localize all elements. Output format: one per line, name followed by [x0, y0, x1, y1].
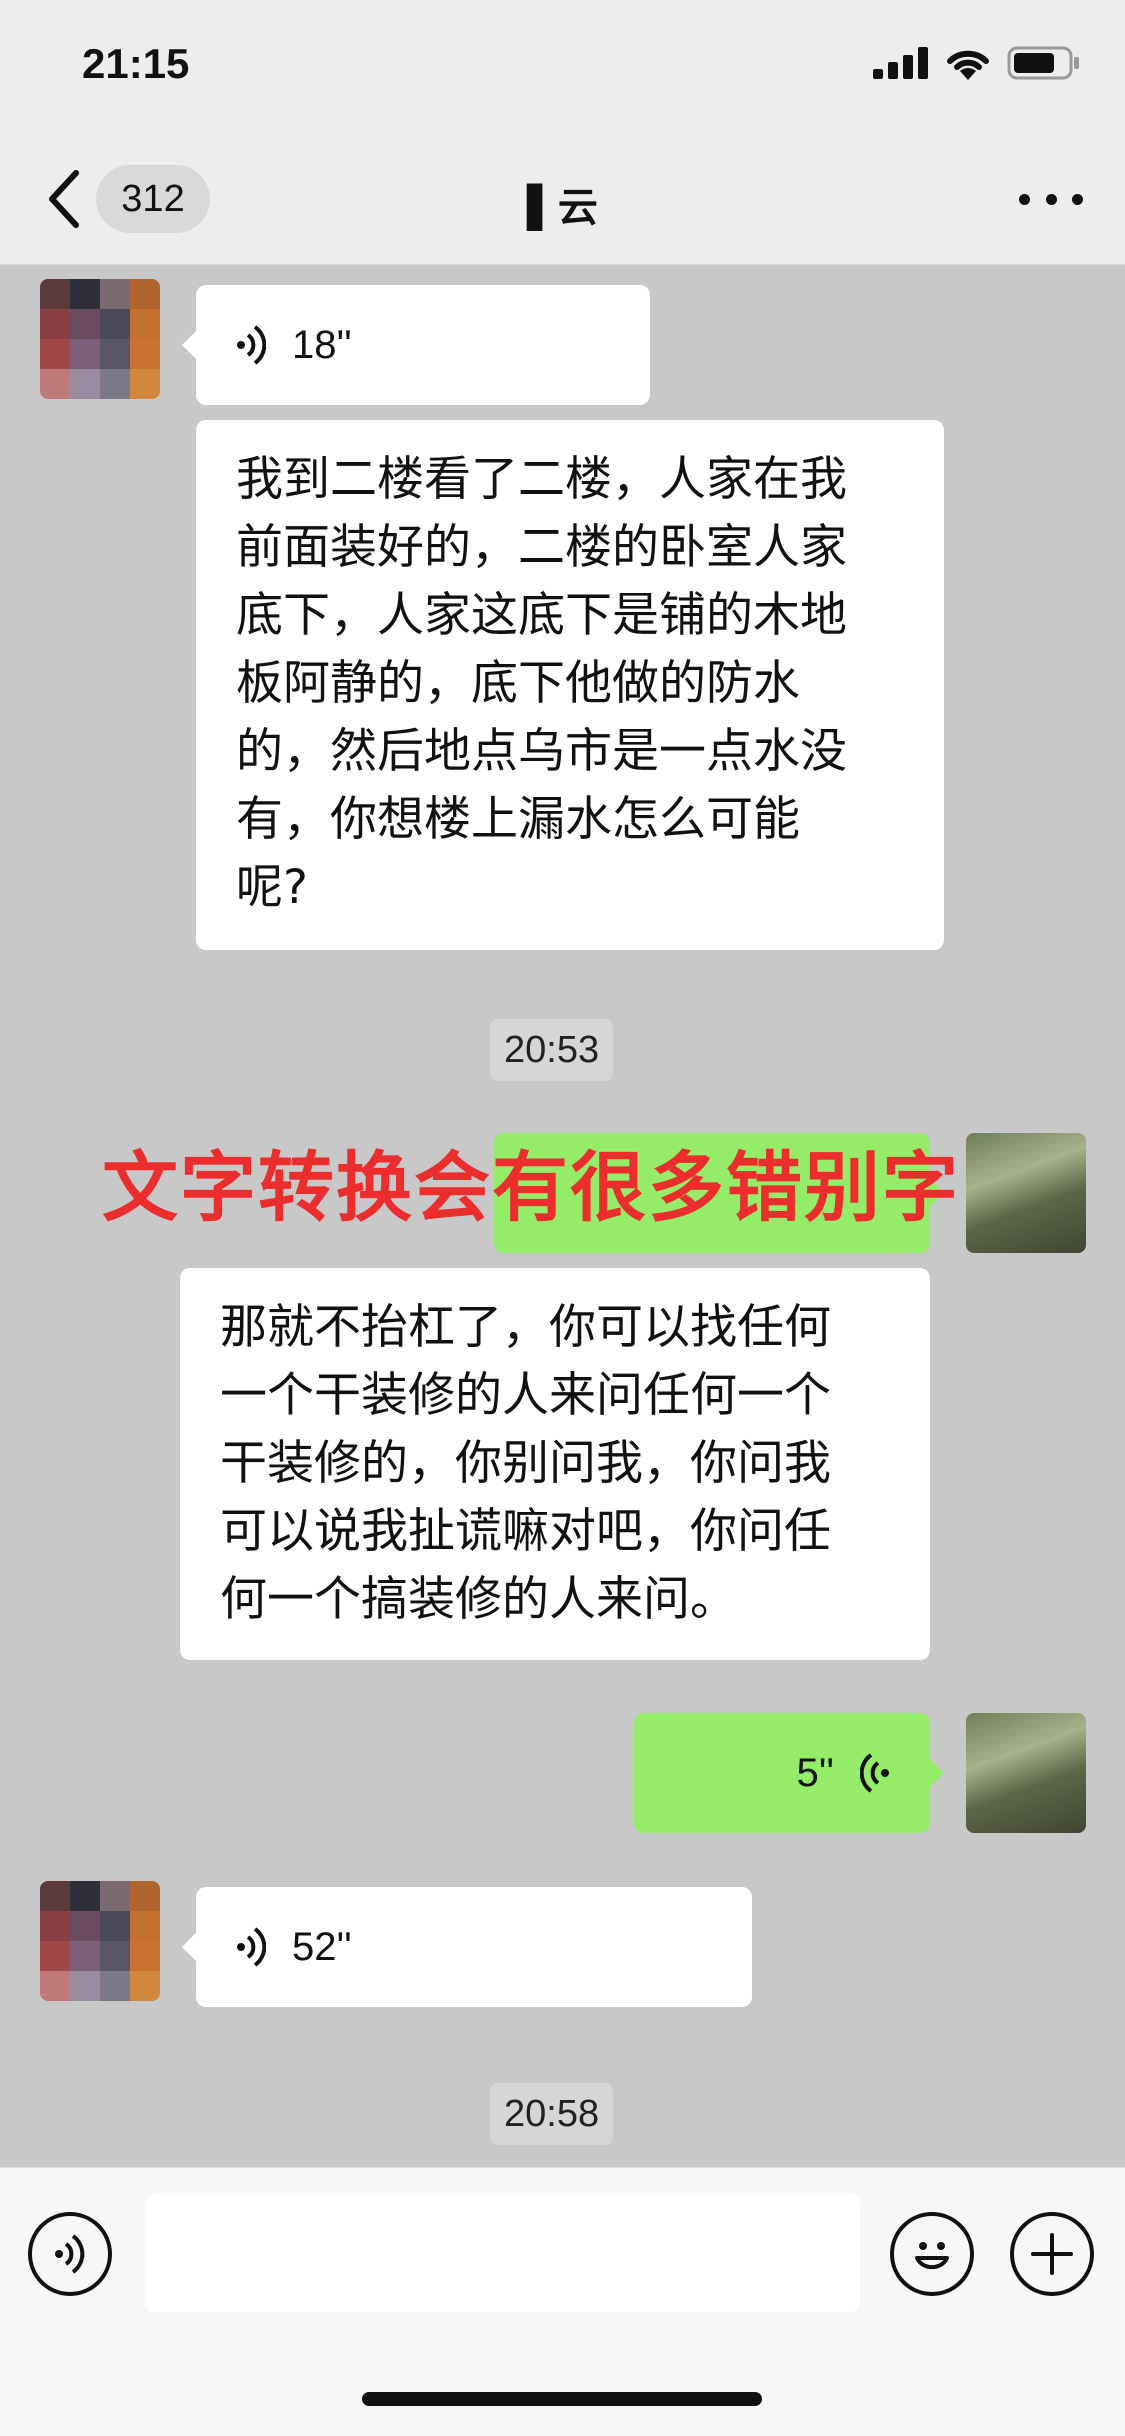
message-line: 的，然后地点乌市是一点水没	[236, 724, 847, 779]
nav-bar: 312 ▌云	[0, 135, 1125, 265]
text-message[interactable]: 那就不抬杠了，你可以找任何 一个干装修的人来问任何一个 干装修的，你别问我，你问…	[180, 1268, 930, 1660]
voice-wave-icon	[237, 325, 266, 365]
message-line: 板阿静的，底下他做的防水	[236, 656, 800, 711]
timestamp: 20:53	[490, 1019, 614, 1081]
timestamp: 20:58	[490, 2083, 614, 2145]
status-time: 21:15	[82, 40, 190, 87]
message-line: 底下，人家这底下是铺的木地	[236, 588, 847, 643]
voice-message[interactable]: 5''	[634, 1713, 944, 1833]
status-bar: 21:15	[0, 0, 1125, 135]
voice-message[interactable]: 52''	[182, 1887, 752, 2007]
message-line: 一个干装修的人来问任何一个	[220, 1368, 831, 1423]
voice-message[interactable]: 18''	[182, 285, 650, 405]
my-avatar[interactable]	[966, 1133, 1086, 1253]
message-line: 我到二楼看了二楼，人家在我	[236, 452, 847, 507]
contact-avatar[interactable]	[40, 279, 160, 399]
text-message[interactable]: 我到二楼看了二楼，人家在我 前面装好的，二楼的卧室人家 底下，人家这底下是铺的木…	[196, 420, 944, 950]
voice-duration: 52''	[292, 1925, 352, 1969]
overlay-caption: 文字转换会有很多错别字	[102, 1143, 960, 1232]
voice-mode-icon[interactable]	[28, 2212, 112, 2296]
message-input[interactable]	[146, 2194, 860, 2312]
message-line: 可以说我扯谎嘛对吧，你问任	[220, 1504, 831, 1559]
status-icons	[873, 46, 1081, 80]
home-indicator[interactable]	[362, 2392, 762, 2406]
message-line: 前面装好的，二楼的卧室人家	[236, 520, 847, 575]
message-line: 干装修的，你别问我，你问我	[220, 1436, 831, 1491]
message-line: 那就不抬杠了，你可以找任何	[220, 1300, 831, 1355]
chat-title: ▌云	[527, 185, 598, 231]
voice-duration: 18''	[292, 323, 352, 367]
emoji-icon[interactable]	[890, 2212, 974, 2296]
my-avatar[interactable]	[966, 1713, 1086, 1833]
more-icon[interactable]	[1019, 179, 1083, 219]
input-bar	[0, 2167, 1125, 2436]
voice-wave-icon	[860, 1753, 889, 1793]
voice-duration: 5''	[796, 1751, 834, 1795]
plus-icon[interactable]	[1010, 2212, 1094, 2296]
wifi-icon	[947, 50, 989, 80]
contact-avatar[interactable]	[40, 1881, 160, 2001]
voice-wave-icon	[237, 1927, 266, 1967]
battery-icon	[1007, 46, 1079, 80]
message-line: 何一个搞装修的人来问。	[220, 1572, 737, 1627]
message-line: 呢?	[236, 860, 308, 915]
signal-icon	[873, 47, 928, 79]
voice-wave-icon	[55, 2234, 85, 2274]
message-line: 有，你想楼上漏水怎么可能	[236, 792, 800, 847]
